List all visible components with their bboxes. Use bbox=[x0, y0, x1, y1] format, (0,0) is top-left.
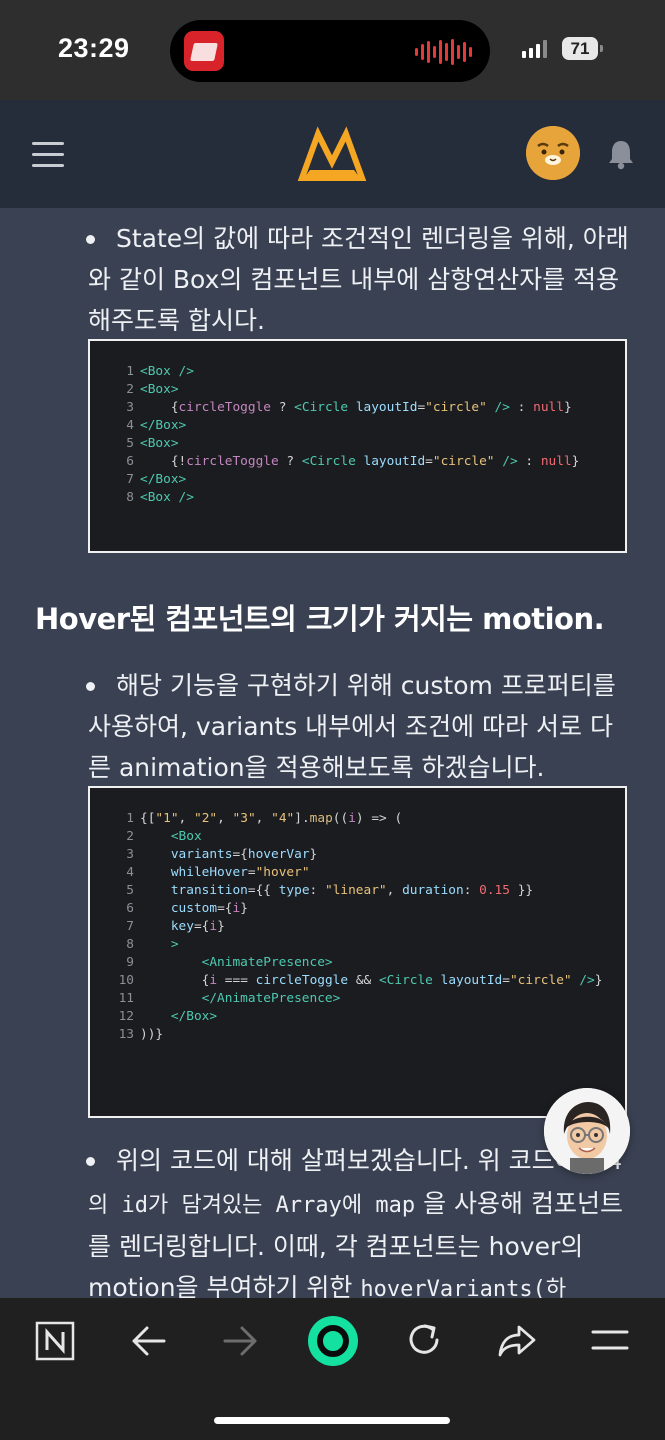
dynamic-island[interactable] bbox=[170, 20, 490, 82]
battery-indicator: 71 bbox=[562, 37, 603, 60]
site-logo[interactable] bbox=[296, 126, 368, 186]
author-avatar-button[interactable] bbox=[544, 1088, 630, 1174]
user-avatar[interactable] bbox=[526, 126, 580, 180]
code-block: 1 {["1", "2", "3", "4"].map((i) => ( 2 <B… bbox=[88, 786, 627, 1118]
inline-code: hoverVariants(하 bbox=[360, 1277, 567, 1298]
forward-arrow-icon[interactable] bbox=[222, 1324, 258, 1362]
list-item: 위의 코드에 대해 살펴보겠습니다. 위 코드에서 4의 id가 담겨있는 Ar… bbox=[86, 1140, 633, 1298]
status-time: 23:29 bbox=[58, 33, 130, 63]
list-item-text: 위의 코드에 대해 살펴보겠습니다. 위 코드에서 bbox=[116, 1146, 609, 1175]
hamburger-menu-icon[interactable] bbox=[32, 142, 64, 175]
list-item: State의 값에 따라 조건적인 렌더링을 위해, 아래와 같이 Box의 컴… bbox=[86, 218, 633, 341]
back-arrow-icon[interactable] bbox=[131, 1324, 167, 1362]
list-item-text: State의 값에 따라 조건적인 렌더링을 위해, 아래와 같이 Box의 컴… bbox=[88, 224, 629, 335]
more-menu-icon[interactable] bbox=[591, 1329, 629, 1355]
app-header bbox=[0, 100, 665, 208]
notification-bell-icon[interactable] bbox=[607, 138, 635, 174]
section-heading: Hover된 컴포넌트의 크기가 커지는 motion. bbox=[35, 602, 605, 636]
audio-waveform-icon bbox=[415, 39, 472, 65]
cellular-signal-icon bbox=[522, 40, 547, 58]
list-item: 해당 기능을 구현하기 위해 custom 프로퍼티를 사용하여, varian… bbox=[86, 665, 633, 788]
reload-icon[interactable] bbox=[405, 1320, 443, 1364]
app-activity-icon bbox=[184, 31, 224, 71]
home-indicator[interactable] bbox=[214, 1417, 450, 1424]
browser-home-icon[interactable] bbox=[307, 1315, 359, 1371]
status-bar: 23:29 71 bbox=[0, 0, 665, 100]
browser-toolbar bbox=[0, 1298, 665, 1440]
n-app-icon[interactable] bbox=[35, 1321, 75, 1365]
code-block: 1 <Box /> 2 <Box> 3 {circleToggle ? <Circl… bbox=[88, 339, 627, 553]
code-content: 1 <Box /> 2 <Box> 3 {circleToggle ? <Circl… bbox=[126, 364, 580, 505]
list-item-text: 해당 기능을 구현하기 위해 custom 프로퍼티를 사용하여, varian… bbox=[88, 671, 616, 782]
article-content: State의 값에 따라 조건적인 렌더링을 위해, 아래와 같이 Box의 컴… bbox=[0, 208, 665, 1298]
share-icon[interactable] bbox=[497, 1323, 537, 1363]
code-content: 1 {["1", "2", "3", "4"].map((i) => ( 2 <B… bbox=[118, 811, 603, 1042]
